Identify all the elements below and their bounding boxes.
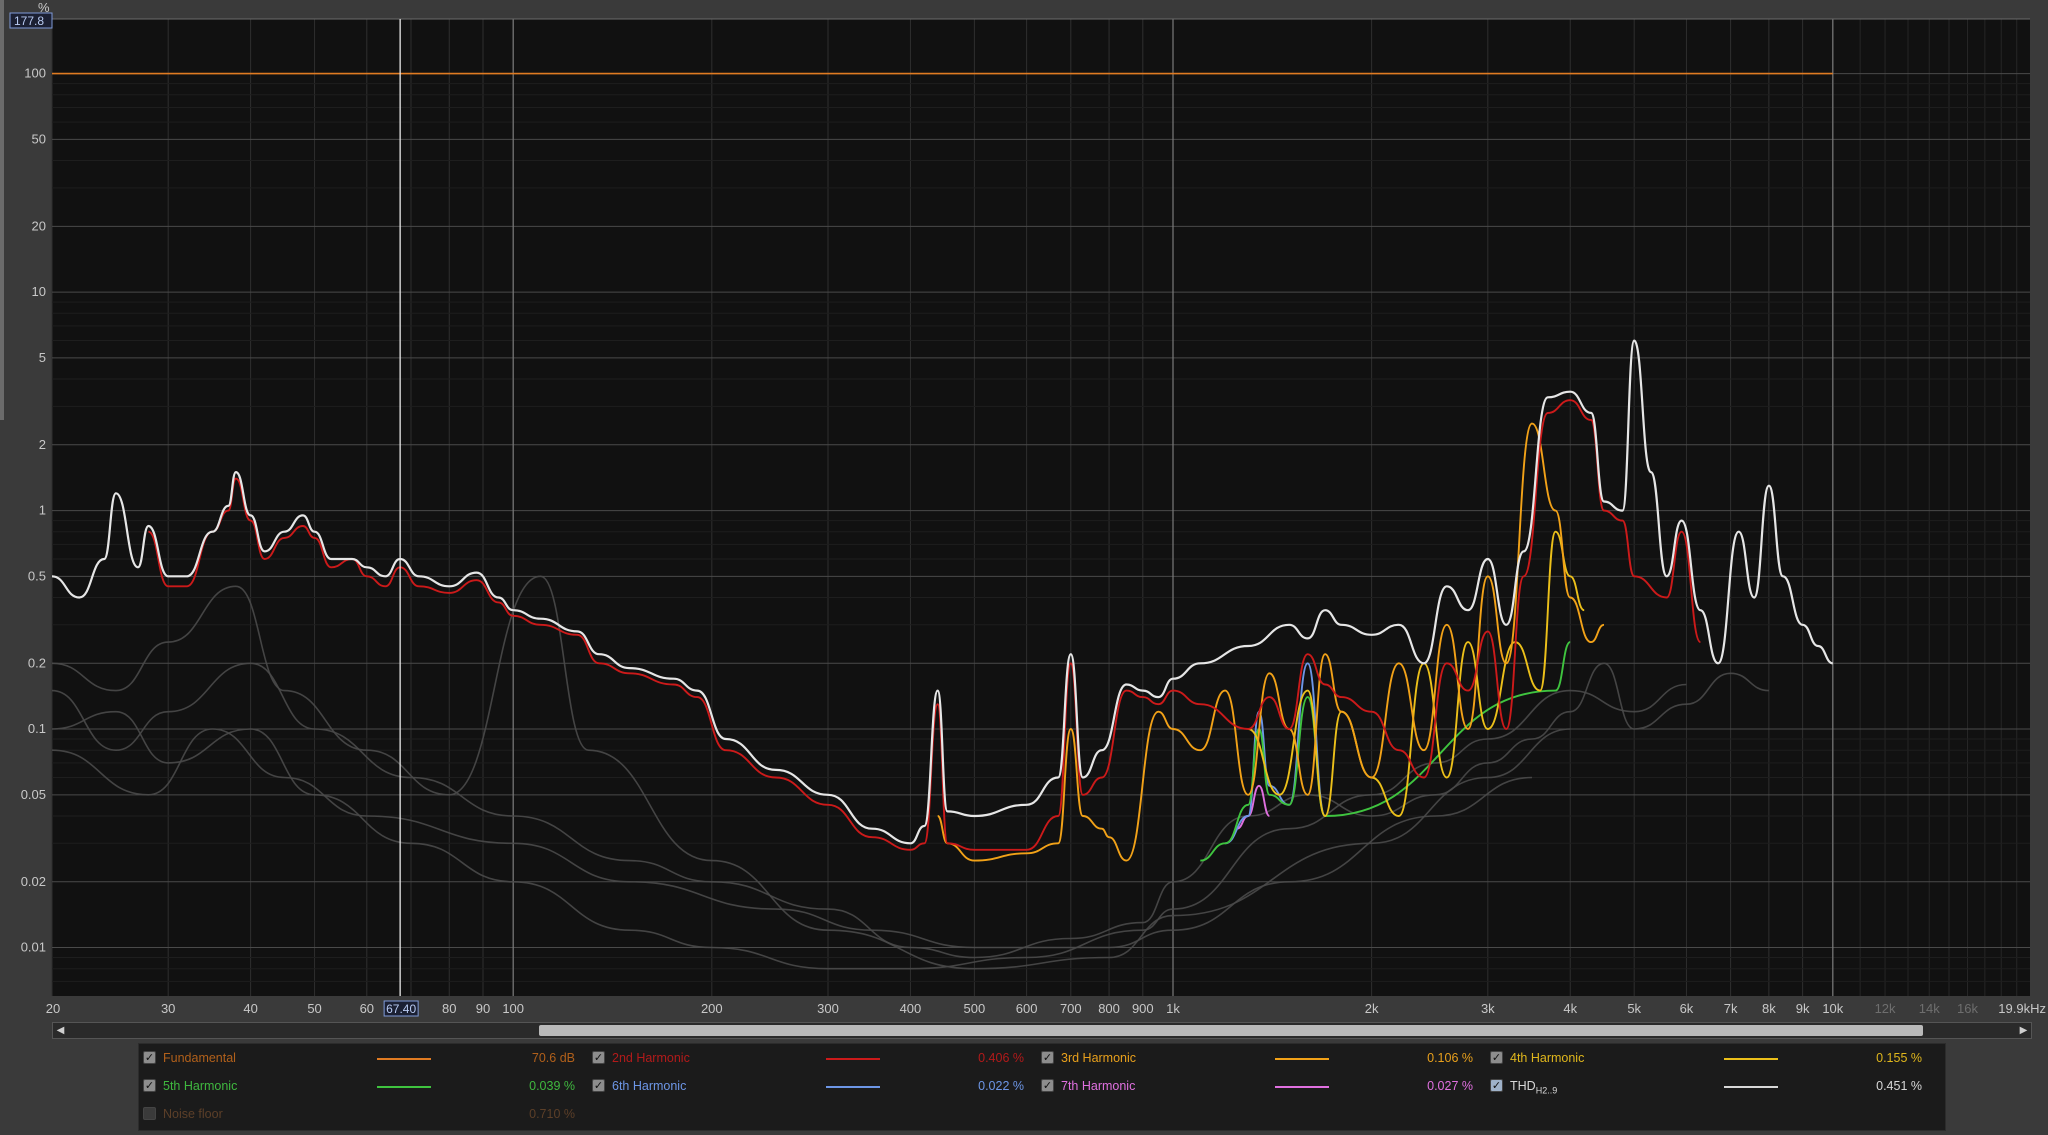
- legend-item-noise-floor[interactable]: ✓ Noise floor 0.710 %: [139, 1103, 589, 1125]
- horizontal-scrollbar[interactable]: ◀ ▶: [52, 1022, 2032, 1039]
- legend-panel: ✓ Fundamental 70.6 dB ✓ 2nd Harmonic 0.4…: [138, 1043, 1946, 1131]
- thd-label: THD: [1510, 1079, 1536, 1093]
- x-tick-label: 200: [701, 1001, 723, 1016]
- legend-label: 3rd Harmonic: [1061, 1051, 1137, 1065]
- legend-value: 0.155 %: [1876, 1051, 1922, 1065]
- x-tick-label: 2k: [1365, 1001, 1379, 1016]
- left-resize-handle[interactable]: [0, 0, 4, 420]
- x-tick-label: 60: [360, 1001, 374, 1016]
- legend-item-fundamental[interactable]: ✓ Fundamental 70.6 dB: [139, 1047, 589, 1069]
- x-tick-label: 16k: [1957, 1001, 1978, 1016]
- legend-value: 0.022 %: [978, 1079, 1024, 1093]
- y-tick-label: 0.1: [28, 721, 46, 736]
- x-tick-label: 40: [243, 1001, 257, 1016]
- legend-label: 6th Harmonic: [612, 1079, 687, 1093]
- legend-value: 0.106 %: [1427, 1051, 1473, 1065]
- y-tick-label: 10: [32, 284, 46, 299]
- x-tick-label: 7k: [1724, 1001, 1738, 1016]
- legend-swatch: [1275, 1086, 1329, 1088]
- checkbox-2nd-harmonic[interactable]: ✓: [592, 1051, 605, 1064]
- scroll-right-icon[interactable]: ▶: [2016, 1023, 2031, 1038]
- y-tick-label: 0.01: [21, 940, 46, 955]
- scrollbar-thumb[interactable]: [539, 1025, 1923, 1036]
- x-tick-label: 5k: [1627, 1001, 1641, 1016]
- x-tick-label: 400: [900, 1001, 922, 1016]
- x-tick-label: 30: [161, 1001, 175, 1016]
- legend-value: 0.710 %: [529, 1107, 575, 1121]
- legend-item-3rd-harmonic[interactable]: ✓ 3rd Harmonic 0.106 %: [1037, 1047, 1487, 1069]
- y-tick-label: 1: [39, 503, 46, 518]
- legend-swatch: [1275, 1058, 1329, 1060]
- legend-value: 0.451 %: [1876, 1079, 1922, 1093]
- y-tick-label: 0.2: [28, 655, 46, 670]
- legend-value: 70.6 dB: [531, 1051, 575, 1065]
- x-tick-label: 80: [442, 1001, 456, 1016]
- legend-item-7th-harmonic[interactable]: ✓ 7th Harmonic 0.027 %: [1037, 1075, 1487, 1097]
- checkbox-thd[interactable]: ✓: [1490, 1079, 1503, 1092]
- legend-swatch: [377, 1058, 431, 1060]
- legend-swatch: [377, 1086, 431, 1088]
- legend-swatch: [1724, 1086, 1778, 1088]
- y-tick-label: 0.02: [21, 874, 46, 889]
- legend-value: 0.039 %: [529, 1079, 575, 1093]
- cursor-value: 67.40: [386, 1002, 416, 1016]
- y-tick-label: 5: [39, 350, 46, 365]
- legend-label: THDH2..9: [1510, 1079, 1557, 1096]
- legend-item-2nd-harmonic[interactable]: ✓ 2nd Harmonic 0.406 %: [588, 1047, 1038, 1069]
- x-tick-label: 800: [1098, 1001, 1120, 1016]
- legend-value: 0.406 %: [978, 1051, 1024, 1065]
- legend-item-thd[interactable]: ✓ THDH2..9 0.451 %: [1486, 1075, 1936, 1097]
- checkbox-7th-harmonic[interactable]: ✓: [1041, 1079, 1054, 1092]
- x-tick-label: 8k: [1762, 1001, 1776, 1016]
- x-tick-label: 700: [1060, 1001, 1082, 1016]
- x-tick-label: 9k: [1796, 1001, 1810, 1016]
- legend-label: 4th Harmonic: [1510, 1051, 1585, 1065]
- scroll-left-icon[interactable]: ◀: [53, 1023, 68, 1038]
- legend-label: 2nd Harmonic: [612, 1051, 690, 1065]
- legend-label: Noise floor: [163, 1107, 223, 1121]
- x-tick-label: 14k: [1919, 1001, 1940, 1016]
- x-tick-label: 600: [1016, 1001, 1038, 1016]
- x-tick-label: 50: [307, 1001, 321, 1016]
- y-tick-label: 50: [32, 131, 46, 146]
- x-tick-label: 500: [964, 1001, 986, 1016]
- legend-value: 0.027 %: [1427, 1079, 1473, 1093]
- x-tick-label: 6k: [1680, 1001, 1694, 1016]
- y-tick-label: 100: [24, 66, 46, 81]
- x-tick-label: 900: [1132, 1001, 1154, 1016]
- x-tick-label: 1k: [1166, 1001, 1180, 1016]
- legend-label: Fundamental: [163, 1051, 236, 1065]
- legend-item-4th-harmonic[interactable]: ✓ 4th Harmonic 0.155 %: [1486, 1047, 1936, 1069]
- checkbox-4th-harmonic[interactable]: ✓: [1490, 1051, 1503, 1064]
- checkbox-5th-harmonic[interactable]: ✓: [143, 1079, 156, 1092]
- x-tick-label: 3k: [1481, 1001, 1495, 1016]
- checkbox-noise-floor[interactable]: ✓: [143, 1107, 156, 1120]
- y-tick-label: 2: [39, 437, 46, 452]
- x-tick-label: 20: [46, 1001, 60, 1016]
- legend-swatch: [826, 1058, 880, 1060]
- legend-label: 5th Harmonic: [163, 1079, 238, 1093]
- legend-item-5th-harmonic[interactable]: ✓ 5th Harmonic 0.039 %: [139, 1075, 589, 1097]
- y-tick-label: 0.05: [21, 787, 46, 802]
- y-tick-label: 20: [32, 218, 46, 233]
- x-tick-label: 90: [476, 1001, 490, 1016]
- x-tick-label: 19.9kHz: [1998, 1001, 2046, 1016]
- thd-subscript: H2..9: [1535, 1085, 1558, 1096]
- legend-item-6th-harmonic[interactable]: ✓ 6th Harmonic 0.022 %: [588, 1075, 1038, 1097]
- checkbox-3rd-harmonic[interactable]: ✓: [1041, 1051, 1054, 1064]
- y-tick-label: 0.5: [28, 568, 46, 583]
- x-tick-label: 300: [817, 1001, 839, 1016]
- distortion-chart[interactable]: 100 50 20 10 5 2 1 0.5 0.2 0.1 0.05 0.02 0.01 20 30 40…: [0, 0, 2048, 1135]
- checkbox-6th-harmonic[interactable]: ✓: [592, 1079, 605, 1092]
- x-tick-label: 12k: [1875, 1001, 1896, 1016]
- y-top-value: 177.8: [14, 14, 44, 28]
- x-tick-label: 10k: [1822, 1001, 1843, 1016]
- legend-swatch: [826, 1086, 880, 1088]
- checkbox-fundamental[interactable]: ✓: [143, 1051, 156, 1064]
- legend-swatch: [1724, 1058, 1778, 1060]
- x-tick-label: 100: [502, 1001, 524, 1016]
- legend-label: 7th Harmonic: [1061, 1079, 1136, 1093]
- x-tick-label: 4k: [1563, 1001, 1577, 1016]
